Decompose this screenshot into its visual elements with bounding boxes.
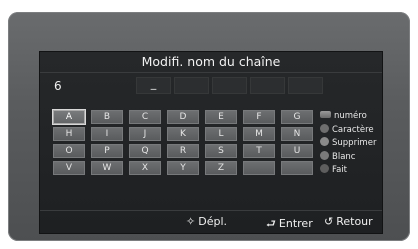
legend-label: Supprimer xyxy=(332,138,377,148)
blue-button-icon xyxy=(320,164,329,173)
key-e[interactable]: E xyxy=(205,110,237,124)
move-hint: ✧ Dépl. xyxy=(186,215,227,228)
key-g[interactable]: G xyxy=(281,110,313,124)
key-p[interactable]: P xyxy=(91,144,123,158)
key-t[interactable]: T xyxy=(243,144,275,158)
key-f[interactable]: F xyxy=(243,110,275,124)
key-b[interactable]: B xyxy=(91,110,123,124)
key-v[interactable]: V xyxy=(53,161,85,175)
legend-item: Fait xyxy=(320,164,400,176)
name-slot[interactable] xyxy=(212,77,247,94)
key-x[interactable]: X xyxy=(129,161,161,175)
key-l[interactable]: L xyxy=(205,127,237,141)
legend-label: Caractère xyxy=(332,124,374,135)
name-slot[interactable] xyxy=(250,77,285,94)
name-slot[interactable] xyxy=(174,77,209,94)
move-arrows-icon: ✧ xyxy=(186,215,196,228)
name-slot[interactable]: _ xyxy=(136,77,171,94)
key-h[interactable]: H xyxy=(53,127,85,141)
enter-button[interactable]: ⮐ Entrer xyxy=(266,215,313,234)
key-blank[interactable] xyxy=(281,161,313,175)
legend-label: Blanc xyxy=(332,151,356,162)
key-c[interactable]: C xyxy=(129,110,161,124)
enter-icon: ⮐ xyxy=(266,217,276,230)
edit-channel-name-dialog: Modifi. nom du chaîne 6 _ ABCDEFG HIJKLMN… xyxy=(40,52,382,233)
legend-item: Supprimer xyxy=(320,137,400,149)
key-i[interactable]: I xyxy=(91,127,123,141)
dialog-title: Modifi. nom du chaîne xyxy=(40,52,382,73)
key-w[interactable]: W xyxy=(91,161,123,175)
footer-bar: ✧ Dépl. ⮐ Entrer ↺ Retour xyxy=(40,212,382,233)
key-k[interactable]: K xyxy=(167,127,199,141)
legend-item: Caractère xyxy=(320,123,400,136)
key-d[interactable]: D xyxy=(167,110,199,124)
legend-item: numéro xyxy=(320,110,400,122)
name-slot[interactable] xyxy=(288,77,323,94)
return-icon: ↺ xyxy=(324,215,334,228)
return-label: Retour xyxy=(336,215,373,228)
key-u[interactable]: U xyxy=(281,144,313,158)
key-r[interactable]: R xyxy=(167,144,199,158)
key-j[interactable]: J xyxy=(129,127,161,141)
footer-divider xyxy=(40,210,382,211)
move-label: Dépl. xyxy=(198,215,227,228)
legend-label: numéro xyxy=(334,111,367,121)
key-m[interactable]: M xyxy=(243,127,275,141)
number-keys-icon xyxy=(320,111,331,118)
yellow-button-icon xyxy=(320,150,329,160)
green-button-icon xyxy=(320,137,329,146)
return-button[interactable]: ↺ Retour xyxy=(324,215,373,228)
key-blank[interactable] xyxy=(243,161,275,175)
key-q[interactable]: Q xyxy=(129,144,161,158)
key-y[interactable]: Y xyxy=(167,161,199,175)
key-n[interactable]: N xyxy=(281,127,313,141)
key-o[interactable]: O xyxy=(53,144,85,158)
legend-item: Blanc xyxy=(320,150,400,163)
key-z[interactable]: Z xyxy=(205,161,237,175)
enter-label: Entrer xyxy=(278,217,313,230)
channel-number: 6 xyxy=(54,79,62,93)
key-a[interactable]: A xyxy=(53,110,85,124)
legend-label: Fait xyxy=(332,165,348,175)
red-button-icon xyxy=(320,123,329,133)
key-s[interactable]: S xyxy=(205,144,237,158)
